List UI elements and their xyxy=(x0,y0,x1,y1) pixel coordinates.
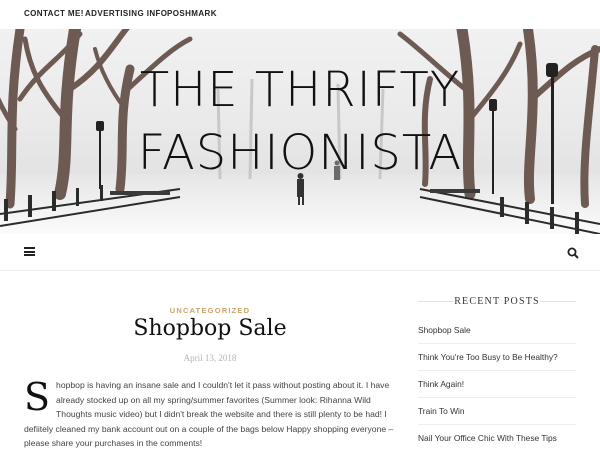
top-navigation: CONTACT ME! ADVERTISING INFO POSHMARK xyxy=(0,0,600,29)
recent-post-link[interactable]: Think You're Too Busy to Be Healthy? xyxy=(418,352,576,362)
post-excerpt-text: hopbop is having an insane sale and I co… xyxy=(24,380,394,449)
site-title-line-1[interactable]: THE THRIFTY xyxy=(0,62,600,118)
post-title[interactable]: Shopbop Sale xyxy=(60,316,360,341)
recent-post-link[interactable]: Shopbop Sale xyxy=(418,325,576,335)
site-title-line-2[interactable]: FASHIONISTA xyxy=(0,125,600,181)
nav-poshmark[interactable]: POSHMARK xyxy=(167,9,217,18)
post-excerpt: Shopbop is having an insane sale and I c… xyxy=(24,378,398,451)
search-icon[interactable] xyxy=(567,246,579,259)
recent-post-divider xyxy=(418,370,576,371)
recent-post-divider xyxy=(418,397,576,398)
recent-post-link[interactable]: Nail Your Office Chic With These Tips xyxy=(418,433,576,443)
recent-posts-heading: RECENT POSTS xyxy=(454,296,540,307)
hamburger-icon[interactable] xyxy=(24,247,35,256)
recent-post-divider xyxy=(418,424,576,425)
nav-contact-me[interactable]: CONTACT ME! xyxy=(24,9,84,18)
post-date: April 13, 2018 xyxy=(183,353,237,363)
drop-cap-letter: S xyxy=(24,375,51,419)
header-banner[interactable]: THE THRIFTY FASHIONISTA xyxy=(0,29,600,234)
nav-advertising-info[interactable]: ADVERTISING INFO xyxy=(85,9,167,18)
recent-post-divider xyxy=(418,343,576,344)
menu-bar xyxy=(0,234,600,271)
recent-post-link[interactable]: Train To Win xyxy=(418,406,576,416)
post-category[interactable]: UNCATEGORIZED xyxy=(150,306,270,315)
recent-post-link[interactable]: Think Again! xyxy=(418,379,576,389)
